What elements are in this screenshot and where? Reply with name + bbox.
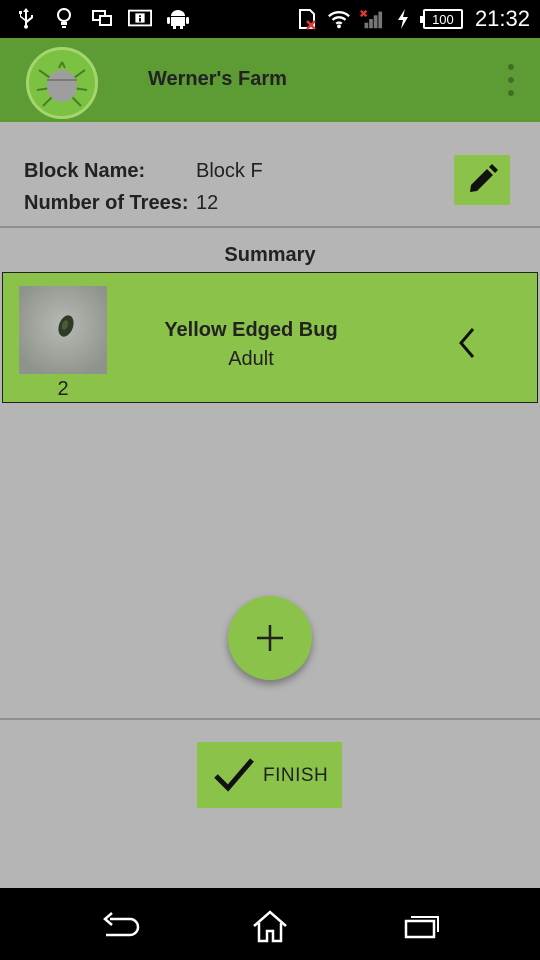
finish-button[interactable]: FINISH <box>197 742 342 808</box>
bug-name: Yellow Edged Bug <box>164 319 338 341</box>
edit-block-button[interactable] <box>454 155 510 205</box>
sim-missing-icon <box>295 7 319 31</box>
status-bar: 100 21:32 <box>0 0 540 38</box>
bug-photo <box>19 286 107 374</box>
charging-icon <box>391 7 415 31</box>
overflow-menu-icon[interactable] <box>504 64 518 96</box>
battery-icon: 100 <box>419 9 463 29</box>
home-icon[interactable] <box>248 906 292 946</box>
block-name-row: Block Name: Block F <box>24 155 263 187</box>
app-title: Werner's Farm <box>148 68 287 90</box>
summary-title: Summary <box>224 244 316 266</box>
divider <box>0 718 540 720</box>
android-icon <box>166 6 190 30</box>
trees-label: Number of Trees: <box>24 191 189 214</box>
bug-count: 2 <box>57 378 69 400</box>
back-icon[interactable] <box>98 906 142 946</box>
divider <box>0 226 540 228</box>
bug-stage: Adult <box>228 348 274 370</box>
trees-value: 12 <box>196 191 219 214</box>
plus-icon <box>257 625 283 651</box>
wifi-icon <box>327 7 351 31</box>
screen-mirror-icon <box>90 6 114 30</box>
block-info: Block Name: Block F Number of Trees: 12 <box>24 155 263 219</box>
status-left-icons <box>14 6 190 30</box>
clock: 21:32 <box>474 6 530 31</box>
block-name-value: Block F <box>196 159 263 182</box>
usb-icon <box>14 6 38 30</box>
bug-logo-icon <box>26 47 98 119</box>
block-name-label: Block Name: <box>24 159 146 182</box>
trees-row: Number of Trees: 12 <box>24 187 263 219</box>
signal-icon <box>359 7 383 31</box>
navigation-bar <box>0 888 540 960</box>
summary-item[interactable]: 2 Yellow Edged Bug Adult <box>2 272 538 403</box>
add-bug-button[interactable] <box>228 596 312 680</box>
lightbulb-icon <box>52 6 76 30</box>
chevron-left-icon[interactable] <box>455 325 479 361</box>
info-icon <box>128 6 152 30</box>
status-right-icons: 100 21:32 <box>295 0 530 38</box>
pencil-icon <box>470 164 498 192</box>
finish-label: FINISH <box>263 765 329 786</box>
recent-apps-icon[interactable] <box>398 906 442 946</box>
check-icon <box>214 758 254 792</box>
app-bar: Werner's Farm <box>0 38 540 122</box>
